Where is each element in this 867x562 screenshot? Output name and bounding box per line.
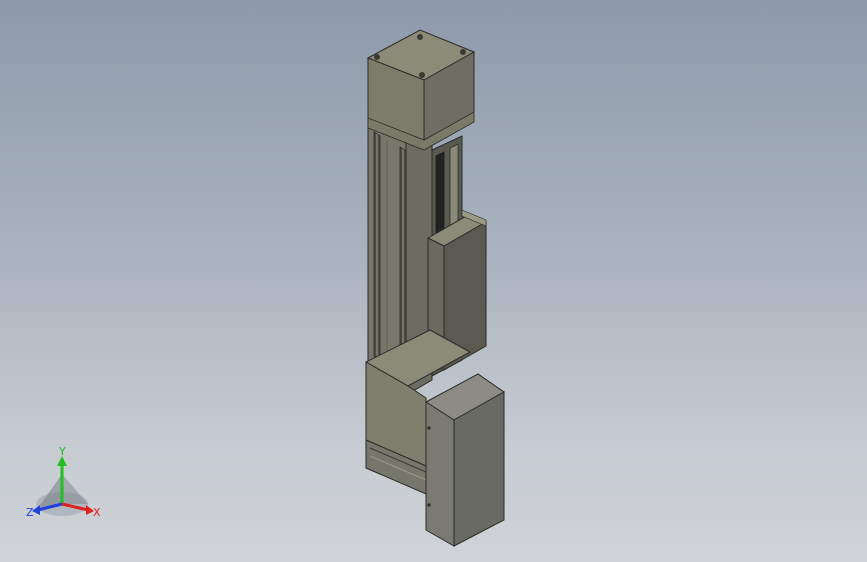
reference-triad: Y X Z bbox=[26, 446, 101, 519]
mount-hole-icon bbox=[460, 49, 466, 55]
linear-actuator-model[interactable] bbox=[0, 0, 867, 562]
mount-hole-icon bbox=[419, 72, 425, 78]
x-axis-label: X bbox=[93, 506, 101, 519]
triad-plane bbox=[62, 474, 88, 504]
mount-hole-icon bbox=[374, 54, 380, 60]
graphics-viewport[interactable]: Y X Z bbox=[0, 0, 867, 562]
z-axis-label: Z bbox=[26, 506, 34, 519]
enclosure-side-face bbox=[425, 401, 455, 547]
mount-hole-icon bbox=[417, 34, 423, 40]
y-axis-label: Y bbox=[58, 446, 66, 458]
screw-icon bbox=[427, 426, 431, 430]
screw-icon bbox=[427, 503, 431, 507]
